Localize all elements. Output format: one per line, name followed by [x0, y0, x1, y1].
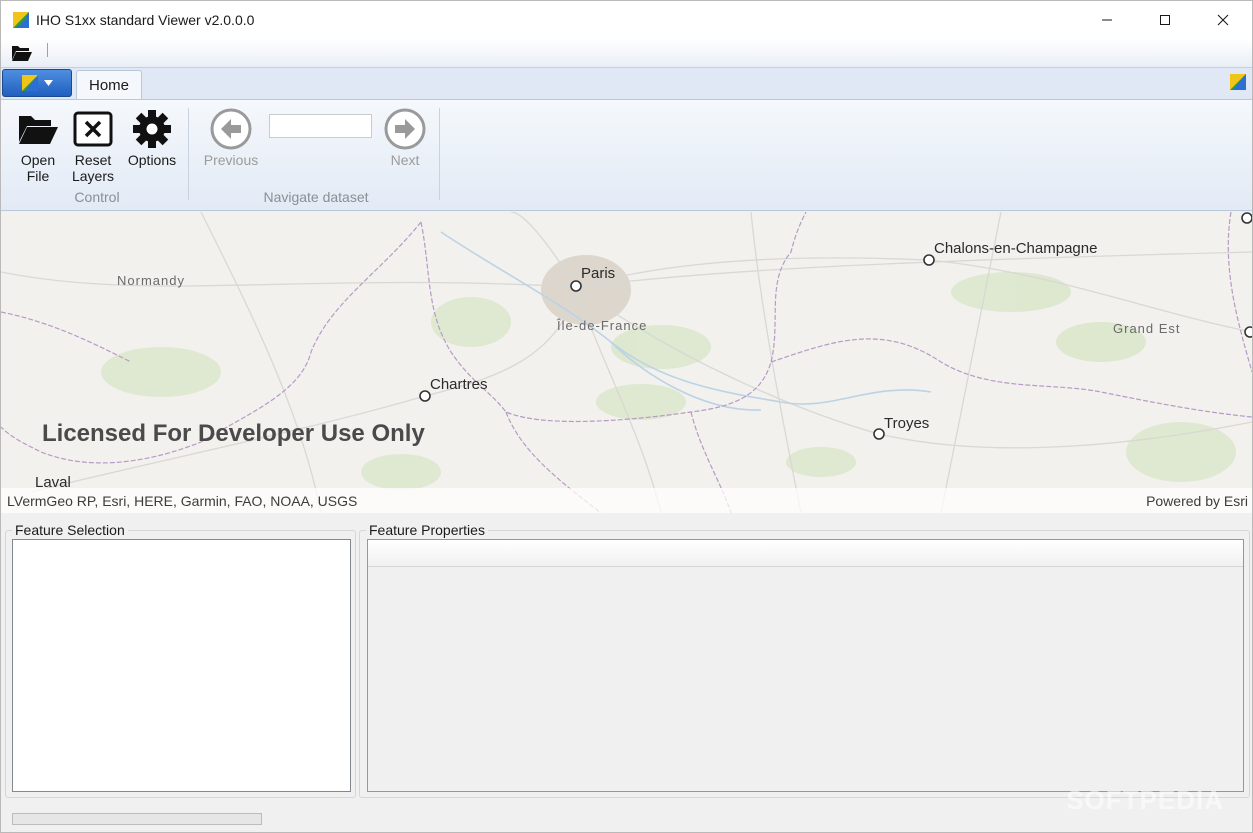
powered-by-esri[interactable]: Powered by Esri — [1146, 493, 1248, 509]
control-group-label: Control — [74, 189, 120, 205]
maximize-button[interactable] — [1136, 1, 1194, 39]
options-label: Options — [127, 152, 177, 168]
close-button[interactable] — [1194, 1, 1252, 39]
maximize-icon — [1160, 15, 1170, 25]
reset-layers-label-line2: Layers — [71, 168, 115, 184]
map-label-chartres: Chartres — [430, 376, 488, 393]
feature-properties-group: Feature Properties — [359, 522, 1250, 798]
toolbar-separator — [47, 43, 48, 57]
close-icon — [1217, 14, 1229, 26]
tab-home[interactable]: Home — [76, 70, 142, 101]
group-separator — [439, 108, 440, 200]
map-basemap — [1, 212, 1252, 513]
grid-header — [368, 540, 1243, 567]
paris-marker — [570, 280, 582, 292]
status-bar — [1, 798, 1252, 832]
edge-city-marker — [1241, 212, 1252, 224]
map-view[interactable]: Paris Chartres Troyes Chalons-en-Champag… — [1, 212, 1252, 513]
chartres-marker — [419, 390, 431, 402]
app-logo-icon — [13, 12, 29, 28]
minimize-button[interactable] — [1078, 1, 1136, 39]
title-bar: IHO S1xx standard Viewer v2.0.0.0 — [1, 1, 1252, 39]
window-controls — [1078, 1, 1252, 39]
reset-layers-icon — [73, 111, 113, 147]
arrow-right-icon — [384, 108, 426, 150]
folder-open-icon — [19, 116, 58, 144]
reset-layers-button[interactable]: Reset Layers — [69, 106, 117, 184]
group-separator — [188, 108, 189, 200]
app-logo-icon — [1230, 74, 1246, 90]
application-menu-button[interactable] — [2, 69, 72, 97]
map-label-chalons: Chalons-en-Champagne — [934, 240, 1098, 257]
map-label-paris: Paris — [581, 265, 616, 282]
minimize-icon — [1102, 19, 1112, 21]
lower-panels: Feature Selection Feature Properties — [1, 513, 1252, 798]
feature-selection-title: Feature Selection — [12, 522, 128, 538]
previous-label: Previous — [203, 152, 259, 168]
reset-layers-label-line1: Reset — [74, 152, 112, 168]
arrow-left-icon — [210, 108, 252, 150]
feature-properties-title: Feature Properties — [366, 522, 488, 538]
app-logo-icon — [21, 75, 38, 91]
ribbon-tab-row: Home — [1, 67, 1252, 101]
navigate-group-label: Navigate dataset — [263, 189, 369, 205]
quick-open-file-button[interactable] — [11, 43, 35, 63]
caret-down-icon — [43, 80, 53, 86]
feature-properties-grid[interactable] — [367, 539, 1244, 792]
progress-bar — [12, 813, 262, 825]
ribbon-panel: Open File Reset Layers Options Control P… — [1, 99, 1252, 211]
gear-icon — [133, 110, 171, 148]
map-label-troyes: Troyes — [884, 415, 930, 432]
open-file-label-line2: File — [26, 168, 50, 184]
quick-access-toolbar — [1, 39, 1252, 67]
open-file-label-line1: Open — [20, 152, 56, 168]
previous-button[interactable]: Previous — [199, 106, 263, 168]
feature-selection-list[interactable] — [12, 539, 351, 792]
map-region-grand-est: Grand Est — [1113, 321, 1181, 336]
edge-city-marker — [1244, 326, 1252, 338]
map-attribution-text: LVermGeo RP, Esri, HERE, Garmin, FAO, NO… — [7, 493, 358, 509]
next-button[interactable]: Next — [381, 106, 429, 168]
window-title: IHO S1xx standard Viewer v2.0.0.0 — [36, 12, 255, 28]
folder-open-icon — [12, 46, 32, 61]
open-file-button[interactable]: Open File — [15, 106, 61, 184]
dataset-index-input[interactable] — [269, 114, 372, 138]
map-region-normandy: Normandy — [117, 273, 185, 288]
feature-selection-group: Feature Selection — [5, 522, 356, 798]
chalons-marker — [923, 254, 935, 266]
troyes-marker — [873, 428, 885, 440]
app-window: IHO S1xx standard Viewer v2.0.0.0 Home O… — [0, 0, 1253, 833]
map-region-ile-de-france: Île-de-France — [557, 318, 648, 333]
map-attribution-bar: LVermGeo RP, Esri, HERE, Garmin, FAO, NO… — [1, 488, 1252, 513]
developer-license-watermark: Licensed For Developer Use Only — [42, 420, 425, 447]
softpedia-watermark: SOFTPEDIA — [1066, 785, 1224, 815]
options-button[interactable]: Options — [123, 106, 181, 168]
next-label: Next — [390, 152, 420, 168]
